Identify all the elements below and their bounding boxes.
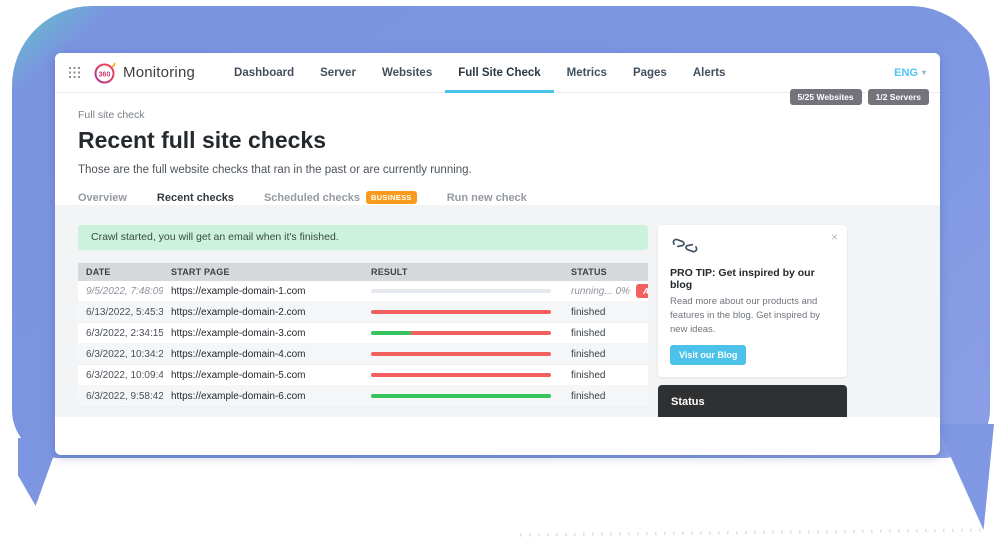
close-icon[interactable]: × [831,230,838,244]
pro-tip-card: × PRO TIP: Get inspired by our blog Read… [658,225,847,377]
check-date: 6/3/2022, 10:34:24 AM [78,349,163,360]
check-date: 6/3/2022, 9:58:42 AM [78,391,163,402]
websites-usage-badge[interactable]: 5/25 Websites [790,89,862,105]
content-area: Crawl started, you will get an email whe… [55,205,940,417]
progress-green-segment [371,331,411,335]
progress-red-segment [411,331,551,335]
progress-green-segment [371,394,551,398]
status-text: running... 0% [571,286,630,297]
decorative-dots [520,529,988,537]
breadcrumb: Full site check [78,109,940,121]
status-text: finished [571,328,605,339]
servers-usage-badge[interactable]: 1/2 Servers [868,89,929,105]
status-panel: Status SERVERS 0 open alert(s) 0 servers… [658,385,847,417]
check-date: 9/5/2022, 7:48:09 AM [78,286,163,297]
nav-item-server[interactable]: Server [307,53,369,92]
abort-button[interactable]: Abort [636,284,648,298]
language-label: ENG [894,67,918,79]
progress-red-segment [371,310,551,314]
sidebar-column: × PRO TIP: Get inspired by our blog Read… [658,225,847,417]
check-start-page: https://example-domain-6.com [163,391,363,402]
brand-name: Monitoring [123,64,195,81]
check-status: running... 0% Abort [563,284,648,298]
visit-blog-button[interactable]: Visit our Blog [670,345,746,365]
brand-logo[interactable]: 360 Monitoring [93,61,195,85]
checks-column: Crawl started, you will get an email whe… [78,225,648,407]
progress-bar [371,394,551,398]
table-header-row: DATE START PAGE RESULT STATUS [78,263,648,281]
pro-tip-title: PRO TIP: Get inspired by our blog [670,267,835,291]
status-text: finished [571,391,605,402]
col-header-date: DATE [78,267,163,277]
check-start-page: https://example-domain-2.com [163,307,363,318]
logo-360-icon: 360 [93,61,117,85]
app-launcher-icon[interactable] [69,67,80,78]
pro-tip-body: Read more about our products and feature… [670,295,835,336]
language-selector[interactable]: ENG ▾ [894,67,926,79]
table-row[interactable]: 6/3/2022, 10:09:40 AM https://example-do… [78,365,648,386]
col-header-result: RESULT [363,267,563,277]
check-start-page: https://example-domain-3.com [163,328,363,339]
nav-item-dashboard[interactable]: Dashboard [221,53,307,92]
page-description: Those are the full website checks that r… [78,164,940,176]
check-result [363,331,563,335]
col-header-status: STATUS [563,267,648,277]
check-date: 6/3/2022, 2:34:15 PM [78,328,163,339]
nav-item-metrics[interactable]: Metrics [554,53,620,92]
progress-red-segment [371,352,551,356]
progress-bar [371,352,551,356]
page-title: Recent full site checks [78,127,940,154]
table-row[interactable]: 6/3/2022, 10:34:24 AM https://example-do… [78,344,648,365]
nav-item-full-site-check[interactable]: Full Site Check [445,53,553,92]
check-date: 6/3/2022, 10:09:40 AM [78,370,163,381]
check-status: finished [563,391,648,402]
svg-text:360: 360 [99,71,111,78]
chevron-down-icon: ▾ [922,68,926,77]
col-header-start-page: START PAGE [163,267,363,277]
progress-bar [371,310,551,314]
main-nav: Dashboard Server Websites Full Site Chec… [221,53,738,92]
handshake-icon [670,236,700,256]
check-start-page: https://example-domain-4.com [163,349,363,360]
nav-item-websites[interactable]: Websites [369,53,445,92]
check-result [363,352,563,356]
check-status: finished [563,370,648,381]
checks-table: DATE START PAGE RESULT STATUS 9/5/2022, … [78,263,648,407]
nav-item-alerts[interactable]: Alerts [680,53,739,92]
check-status: finished [563,307,648,318]
progress-bar [371,289,551,293]
page-header: Full site check Recent full site checks … [55,93,940,211]
app-window: 360 Monitoring Dashboard Server Websites… [55,53,940,455]
check-result [363,310,563,314]
status-text: finished [571,370,605,381]
check-status: finished [563,349,648,360]
table-row[interactable]: 6/13/2022, 5:45:34 PM https://example-do… [78,302,648,323]
frame-tail-left [18,438,60,506]
progress-bar [371,331,551,335]
check-start-page: https://example-domain-1.com [163,286,363,297]
check-result [363,373,563,377]
business-plan-badge: BUSINESS [366,191,417,204]
success-notification: Crawl started, you will get an email whe… [78,225,648,250]
progress-bar [371,373,551,377]
table-row[interactable]: 6/3/2022, 2:34:15 PM https://example-dom… [78,323,648,344]
check-status: finished [563,328,648,339]
nav-item-pages[interactable]: Pages [620,53,680,92]
check-date: 6/13/2022, 5:45:34 PM [78,307,163,318]
progress-red-segment [371,373,551,377]
tab-scheduled-checks-label: Scheduled checks [264,192,360,204]
frame-tail-right [936,424,994,530]
check-start-page: https://example-domain-5.com [163,370,363,381]
status-text: finished [571,307,605,318]
status-panel-title: Status [671,396,834,408]
check-result [363,394,563,398]
top-navbar: 360 Monitoring Dashboard Server Websites… [55,53,940,93]
table-row[interactable]: 9/5/2022, 7:48:09 AM https://example-dom… [78,281,648,302]
page: 360 Monitoring Dashboard Server Websites… [0,0,997,543]
table-row[interactable]: 6/3/2022, 9:58:42 AM https://example-dom… [78,386,648,407]
usage-badges: 5/25 Websites 1/2 Servers [790,89,929,105]
status-text: finished [571,349,605,360]
check-result [363,289,563,293]
